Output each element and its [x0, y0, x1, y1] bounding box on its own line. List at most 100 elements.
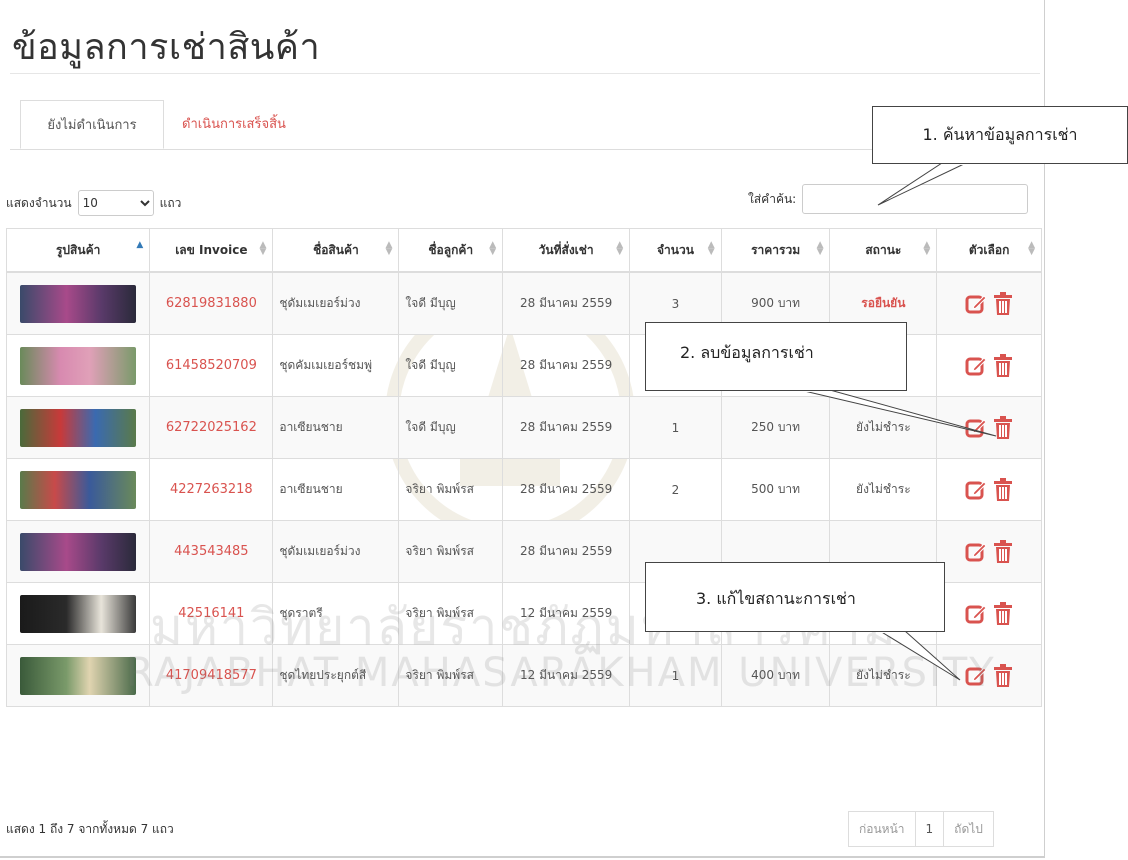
product-thumbnail[interactable]	[20, 408, 137, 447]
col-header-invoice[interactable]: เลข Invoice ▲ ▼	[149, 228, 274, 273]
product-thumbnail[interactable]	[20, 656, 137, 695]
sort-icon: ▲ ▼	[259, 240, 267, 257]
invoice-cell[interactable]: 42516141	[149, 582, 274, 645]
callout-edit-status: 3. แก้ไขสถานะการเช่า	[645, 562, 945, 632]
status-cell: ยังไม่ชำระ	[829, 396, 938, 459]
title-divider	[10, 73, 1040, 74]
table-header-row: รูปสินค้า ▲ เลข Invoice ▲ ▼ ชื่อสินค้า ▲ ▼ ชื…	[5, 228, 1042, 273]
product-image-cell	[5, 520, 151, 583]
edit-icon[interactable]	[965, 665, 987, 687]
product-image-cell	[5, 334, 151, 397]
search-control: ใส่คำค้น:	[748, 184, 1029, 214]
actions-cell	[936, 458, 1042, 521]
col-header-product[interactable]: ชื่อสินค้า ▲ ▼	[272, 228, 400, 273]
status-cell: ยังไม่ชำระ	[829, 458, 938, 521]
edit-icon[interactable]	[965, 293, 987, 315]
product-image-cell	[5, 271, 151, 335]
product-cell: ชุดราตรี	[272, 582, 400, 645]
status-cell: ยังไม่ชำระ	[829, 644, 938, 707]
prev-page-button[interactable]: ก่อนหน้า	[848, 811, 916, 847]
invoice-cell[interactable]: 443543485	[149, 520, 274, 583]
trash-icon[interactable]	[993, 291, 1013, 316]
date-cell: 12 มีนาคม 2559	[502, 582, 631, 645]
edit-icon[interactable]	[965, 603, 987, 625]
invoice-cell[interactable]: 62722025162	[149, 396, 274, 459]
invoice-cell[interactable]: 4227263218	[149, 458, 274, 521]
col-header-customer[interactable]: ชื่อลูกค้า ▲ ▼	[398, 228, 504, 273]
edit-icon[interactable]	[965, 355, 987, 377]
date-cell: 28 มีนาคม 2559	[502, 271, 631, 335]
actions-cell	[936, 644, 1042, 707]
product-cell: อาเซียนชาย	[272, 396, 400, 459]
tab-pending[interactable]: ยังไม่ดำเนินการ	[20, 100, 164, 149]
trash-icon[interactable]	[993, 663, 1013, 688]
product-thumbnail[interactable]	[20, 470, 137, 509]
sort-icon: ▲ ▼	[385, 240, 393, 257]
col-header-actions[interactable]: ตัวเลือก ▲ ▼	[936, 228, 1042, 273]
sort-asc-icon: ▲	[136, 240, 144, 250]
edit-icon[interactable]	[965, 541, 987, 563]
actions-cell	[936, 271, 1042, 335]
customer-cell: จริยา พิมพ์รส	[398, 520, 504, 583]
page-number-button[interactable]: 1	[914, 811, 945, 847]
search-input[interactable]	[802, 184, 1029, 214]
invoice-cell[interactable]: 61458520709	[149, 334, 274, 397]
date-cell: 12 มีนาคม 2559	[502, 644, 631, 707]
col-header-price[interactable]: ราคารวม ▲ ▼	[720, 228, 831, 273]
customer-cell: จริยา พิมพ์รส	[398, 582, 504, 645]
invoice-cell[interactable]: 62819831880	[149, 271, 274, 335]
sort-icon: ▲ ▼	[616, 240, 624, 257]
actions-cell	[936, 520, 1042, 583]
page-length-control: แสดงจำนวน 10 แถว	[6, 190, 181, 216]
next-page-button[interactable]: ถัดไป	[943, 811, 994, 847]
product-thumbnail[interactable]	[20, 594, 137, 633]
col-header-date[interactable]: วันที่สั่งเช่า ▲ ▼	[502, 228, 631, 273]
callout-delete: 2. ลบข้อมูลการเช่า	[645, 322, 907, 391]
col-header-qty[interactable]: จำนวน ▲ ▼	[629, 228, 722, 273]
product-cell: ชุดัมเมเยอร์ม่วง	[272, 271, 400, 335]
trash-icon[interactable]	[993, 539, 1013, 564]
search-label: ใส่คำค้น:	[748, 191, 797, 206]
invoice-cell[interactable]: 41709418577	[149, 644, 274, 707]
sort-icon: ▲ ▼	[923, 240, 931, 257]
pagination: ก่อนหน้า 1 ถัดไป	[848, 811, 994, 847]
qty-cell: 1	[629, 644, 722, 707]
qty-cell: 2	[629, 458, 722, 521]
product-image-cell	[5, 582, 151, 645]
table-row: 4227263218 อาเซียนชาย จริยา พิมพ์รส 28 มีนา…	[5, 458, 1042, 521]
trash-icon[interactable]	[993, 601, 1013, 626]
sort-icon: ▲ ▼	[816, 240, 824, 257]
product-image-cell	[5, 644, 151, 707]
price-cell: 250 บาท	[720, 396, 831, 459]
price-cell: 400 บาท	[720, 644, 831, 707]
qty-cell: 1	[629, 396, 722, 459]
product-image-cell	[5, 458, 151, 521]
date-cell: 28 มีนาคม 2559	[502, 396, 631, 459]
edit-icon[interactable]	[965, 479, 987, 501]
callout-search: 1. ค้นหาข้อมูลการเช่า	[872, 106, 1128, 164]
price-cell: 500 บาท	[720, 458, 831, 521]
product-image-cell	[5, 396, 151, 459]
sort-icon: ▲ ▼	[489, 240, 497, 257]
length-prefix-label: แสดงจำนวน	[6, 195, 72, 210]
page-length-select[interactable]: 10	[77, 190, 154, 216]
actions-cell	[936, 582, 1042, 645]
product-thumbnail[interactable]	[20, 284, 137, 323]
trash-icon[interactable]	[993, 477, 1013, 502]
date-cell: 28 มีนาคม 2559	[502, 520, 631, 583]
date-cell: 28 มีนาคม 2559	[502, 458, 631, 521]
edit-icon[interactable]	[965, 417, 987, 439]
trash-icon[interactable]	[993, 415, 1013, 440]
trash-icon[interactable]	[993, 353, 1013, 378]
product-thumbnail[interactable]	[20, 532, 137, 571]
customer-cell: ใจดี มีบุญ	[398, 334, 504, 397]
product-thumbnail[interactable]	[20, 346, 137, 385]
sort-icon: ▲ ▼	[707, 240, 715, 257]
customer-cell: ใจดี มีบุญ	[398, 396, 504, 459]
customer-cell: จริยา พิมพ์รส	[398, 644, 504, 707]
tab-completed[interactable]: ดำเนินการเสร็จสิ้น	[166, 100, 302, 149]
col-header-image[interactable]: รูปสินค้า ▲	[5, 228, 151, 273]
col-header-status[interactable]: สถานะ ▲ ▼	[829, 228, 938, 273]
table-info: แสดง 1 ถึง 7 จากทั้งหมด 7 แถว	[6, 822, 174, 836]
customer-cell: ใจดี มีบุญ	[398, 271, 504, 335]
